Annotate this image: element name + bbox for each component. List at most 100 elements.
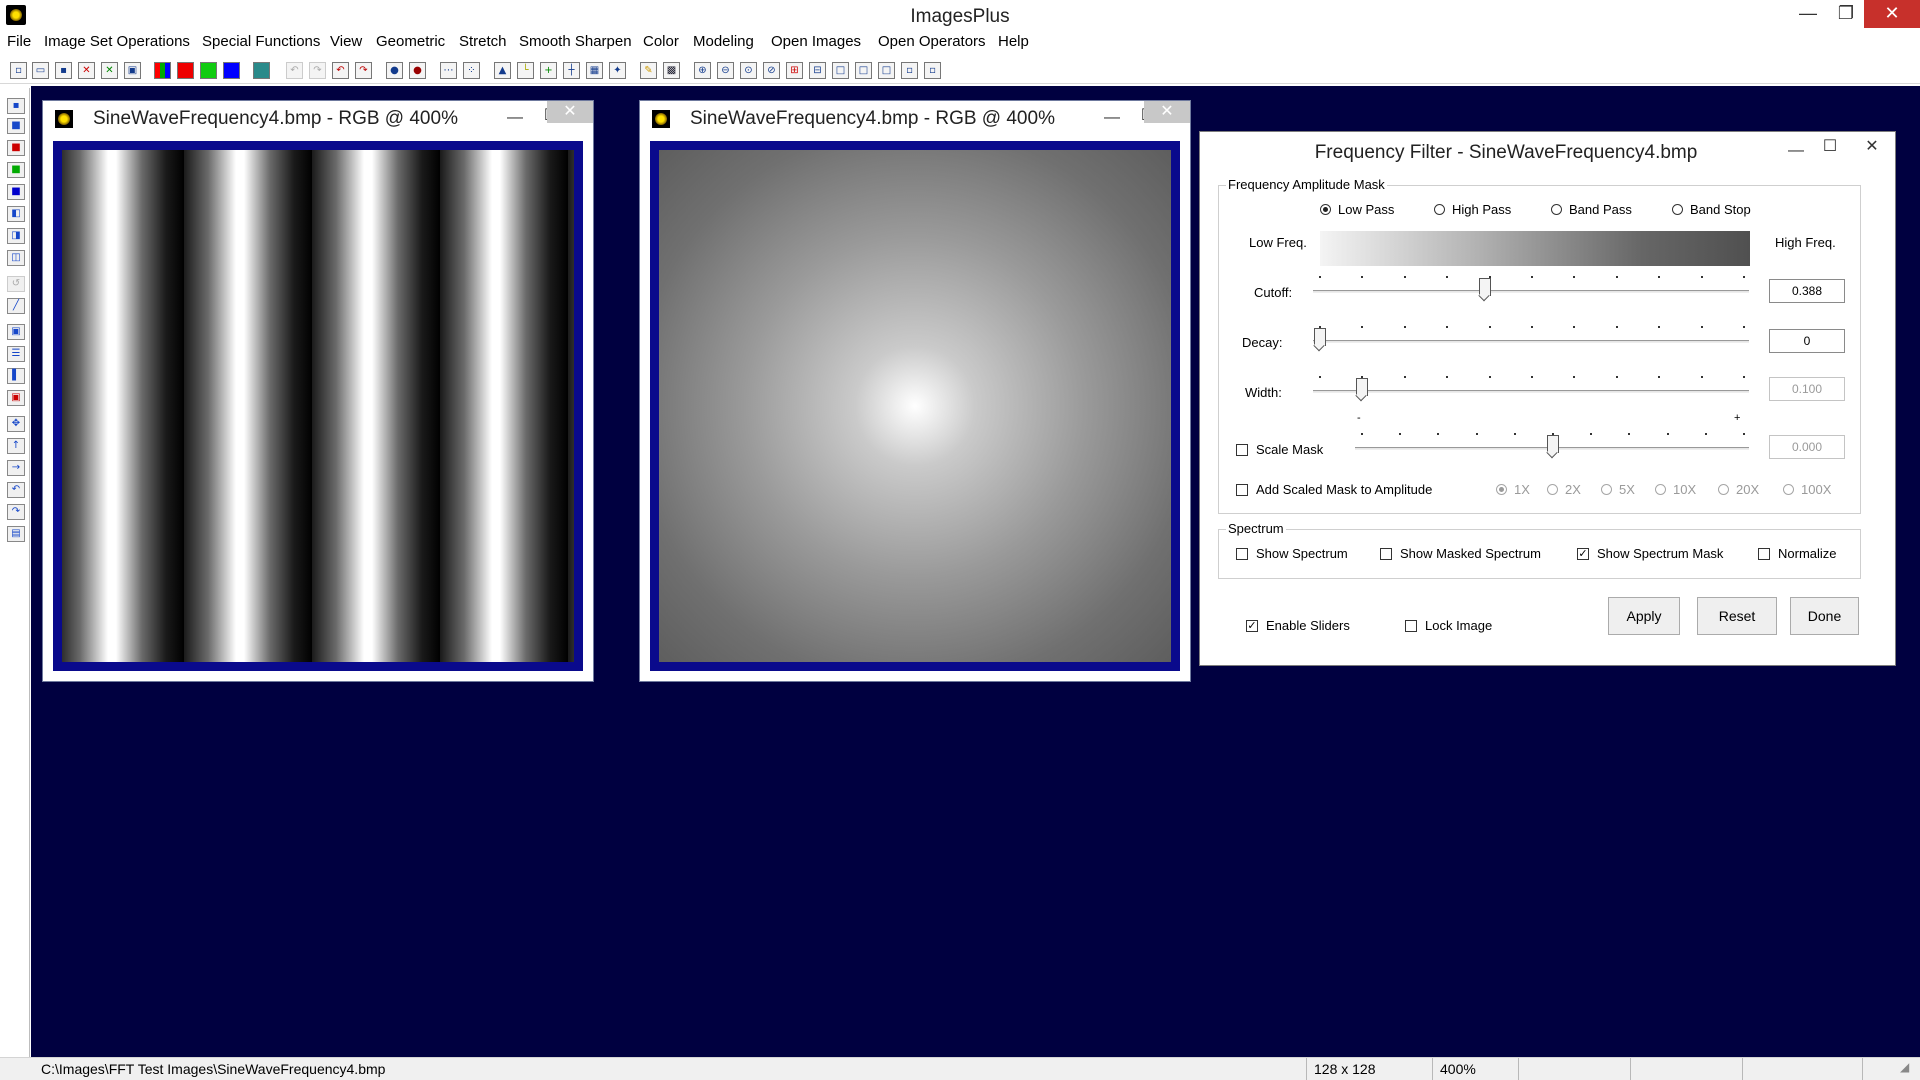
image-window-minimize-button[interactable]: —: [1094, 107, 1130, 129]
luminance-icon[interactable]: [253, 62, 270, 79]
blue-layer-icon[interactable]: ■: [7, 184, 25, 200]
image-window-source[interactable]: SineWaveFrequency4.bmp - RGB @ 400% — ☐ …: [42, 100, 594, 682]
star-icon[interactable]: ✦: [609, 62, 626, 79]
clipboard-icon[interactable]: ▤: [7, 526, 25, 542]
rotate-disabled-icon[interactable]: ↺: [7, 276, 25, 292]
layer-copy-icon[interactable]: ◫: [7, 250, 25, 266]
zoom-fit-icon[interactable]: ⊙: [740, 62, 757, 79]
image-window-minimize-button[interactable]: —: [497, 107, 533, 129]
redo-disabled-icon[interactable]: ↷: [309, 62, 326, 79]
arrow-up-icon[interactable]: ↑: [7, 438, 25, 454]
scale-mask-slider[interactable]: [1355, 425, 1749, 465]
show-masked-spectrum-checkbox[interactable]: Show Masked Spectrum: [1380, 546, 1541, 561]
close-button[interactable]: ✕: [1864, 0, 1920, 28]
arrow-right-icon[interactable]: →: [7, 460, 25, 476]
menu-smooth-sharpen[interactable]: Smooth Sharpen: [519, 33, 632, 50]
pencil-icon[interactable]: ✎: [640, 62, 657, 79]
circle-red-icon[interactable]: ●: [409, 62, 426, 79]
rgb-channels-icon[interactable]: [154, 62, 171, 79]
image-window-close-button[interactable]: ✕: [547, 101, 593, 123]
multiplier-2x-radio[interactable]: 2X: [1547, 482, 1581, 497]
black-point-icon[interactable]: ■: [7, 118, 25, 134]
reset-button[interactable]: Reset: [1697, 597, 1777, 635]
save-icon[interactable]: ▪: [55, 62, 72, 79]
blue-channel-icon[interactable]: [223, 62, 240, 79]
menu-open-images[interactable]: Open Images: [771, 33, 861, 50]
close-file-icon[interactable]: ✕: [78, 62, 95, 79]
dialog-maximize-button[interactable]: ☐: [1812, 136, 1848, 158]
minimize-button[interactable]: —: [1788, 0, 1828, 28]
close-all-icon[interactable]: ✕: [101, 62, 118, 79]
image-window-title-bar[interactable]: SineWaveFrequency4.bmp - RGB @ 400% — ☐ …: [640, 101, 1190, 133]
curve-icon[interactable]: └: [517, 62, 534, 79]
multiplier-10x-radio[interactable]: 10X: [1655, 482, 1696, 497]
menu-stretch[interactable]: Stretch: [459, 33, 507, 50]
circle-select-icon[interactable]: ●: [386, 62, 403, 79]
restore-button[interactable]: ❐: [1826, 0, 1866, 28]
blend-layer-icon[interactable]: ◧: [7, 206, 25, 222]
cutoff-slider[interactable]: [1313, 268, 1749, 308]
green-layer-icon[interactable]: ■: [7, 162, 25, 178]
image-window-title-bar[interactable]: SineWaveFrequency4.bmp - RGB @ 400% — ☐ …: [43, 101, 593, 133]
cutoff-value-field[interactable]: 0.388: [1769, 279, 1845, 303]
scale-mask-value-field[interactable]: 0.000: [1769, 435, 1845, 459]
crosshair-icon[interactable]: ┼: [563, 62, 580, 79]
zoom-minus-box-icon[interactable]: ⊟: [809, 62, 826, 79]
redo-icon[interactable]: ↷: [355, 62, 372, 79]
pixel-grid-icon[interactable]: ▩: [663, 62, 680, 79]
menu-modeling[interactable]: Modeling: [693, 33, 754, 50]
save-set-icon[interactable]: ▪: [7, 98, 25, 114]
lock-image-checkbox[interactable]: Lock Image: [1405, 618, 1492, 633]
slider-thumb[interactable]: [1314, 328, 1326, 352]
scatter-icon[interactable]: ⁘: [463, 62, 480, 79]
menu-color[interactable]: Color: [643, 33, 679, 50]
slider-thumb[interactable]: [1356, 378, 1369, 402]
show-spectrum-checkbox[interactable]: Show Spectrum: [1236, 546, 1348, 561]
zoom-reset-icon[interactable]: ⊘: [763, 62, 780, 79]
menu-image-set-operations[interactable]: Image Set Operations: [44, 33, 190, 50]
grid-select-icon[interactable]: ▦: [586, 62, 603, 79]
zoom-plus-box-icon[interactable]: ⊞: [786, 62, 803, 79]
move-icon[interactable]: ✥: [7, 416, 25, 432]
multiplier-5x-radio[interactable]: 5X: [1601, 482, 1635, 497]
menu-file[interactable]: File: [7, 33, 31, 50]
image-window-close-button[interactable]: ✕: [1144, 101, 1190, 123]
scale-mask-checkbox[interactable]: Scale Mask: [1236, 442, 1323, 457]
crosshair-green-icon[interactable]: +: [540, 62, 557, 79]
high-pass-radio[interactable]: High Pass: [1434, 202, 1511, 217]
red-layer-icon[interactable]: ■: [7, 140, 25, 156]
menu-help[interactable]: Help: [998, 33, 1029, 50]
red-channel-icon[interactable]: [177, 62, 194, 79]
rotate-left-icon[interactable]: ↶: [7, 482, 25, 498]
width-value-field[interactable]: 0.100: [1769, 377, 1845, 401]
sine-wave-image[interactable]: [62, 150, 574, 662]
width-slider[interactable]: [1313, 368, 1749, 408]
frame-small-icon[interactable]: □: [878, 62, 895, 79]
undo-icon[interactable]: ↶: [332, 62, 349, 79]
dialog-close-button[interactable]: ✕: [1854, 136, 1890, 158]
slider-thumb[interactable]: [1547, 435, 1559, 459]
frame-large-icon[interactable]: □: [832, 62, 849, 79]
layer-stack-icon[interactable]: ◨: [7, 228, 25, 244]
dialog-title-bar[interactable]: Frequency Filter - SineWaveFrequency4.bm…: [1200, 132, 1895, 168]
dialog-minimize-button[interactable]: —: [1778, 140, 1814, 162]
enable-sliders-checkbox[interactable]: ✓ Enable Sliders: [1246, 618, 1350, 633]
apply-button[interactable]: Apply: [1608, 597, 1680, 635]
slider-track[interactable]: [1313, 340, 1749, 343]
decay-value-field[interactable]: 0: [1769, 329, 1845, 353]
normalize-checkbox[interactable]: Normalize: [1758, 546, 1837, 561]
band-stop-radio[interactable]: Band Stop: [1672, 202, 1751, 217]
zoom-in-icon[interactable]: ⊕: [694, 62, 711, 79]
band-pass-radio[interactable]: Band Pass: [1551, 202, 1632, 217]
red-box-icon[interactable]: ▣: [7, 390, 25, 406]
image-window-mask[interactable]: SineWaveFrequency4.bmp - RGB @ 400% — ☐ …: [639, 100, 1191, 682]
bar-icon[interactable]: ▌: [7, 368, 25, 384]
dotted-line-icon[interactable]: ⋯: [440, 62, 457, 79]
frame-tiny-icon[interactable]: ▫: [901, 62, 918, 79]
open-folder-icon[interactable]: ▭: [32, 62, 49, 79]
select-box-icon[interactable]: ▣: [7, 324, 25, 340]
show-spectrum-mask-checkbox[interactable]: ✓ Show Spectrum Mask: [1577, 546, 1723, 561]
frame-mini-icon[interactable]: ▫: [924, 62, 941, 79]
multiplier-1x-radio[interactable]: 1X: [1496, 482, 1530, 497]
slider-track[interactable]: [1313, 390, 1749, 393]
